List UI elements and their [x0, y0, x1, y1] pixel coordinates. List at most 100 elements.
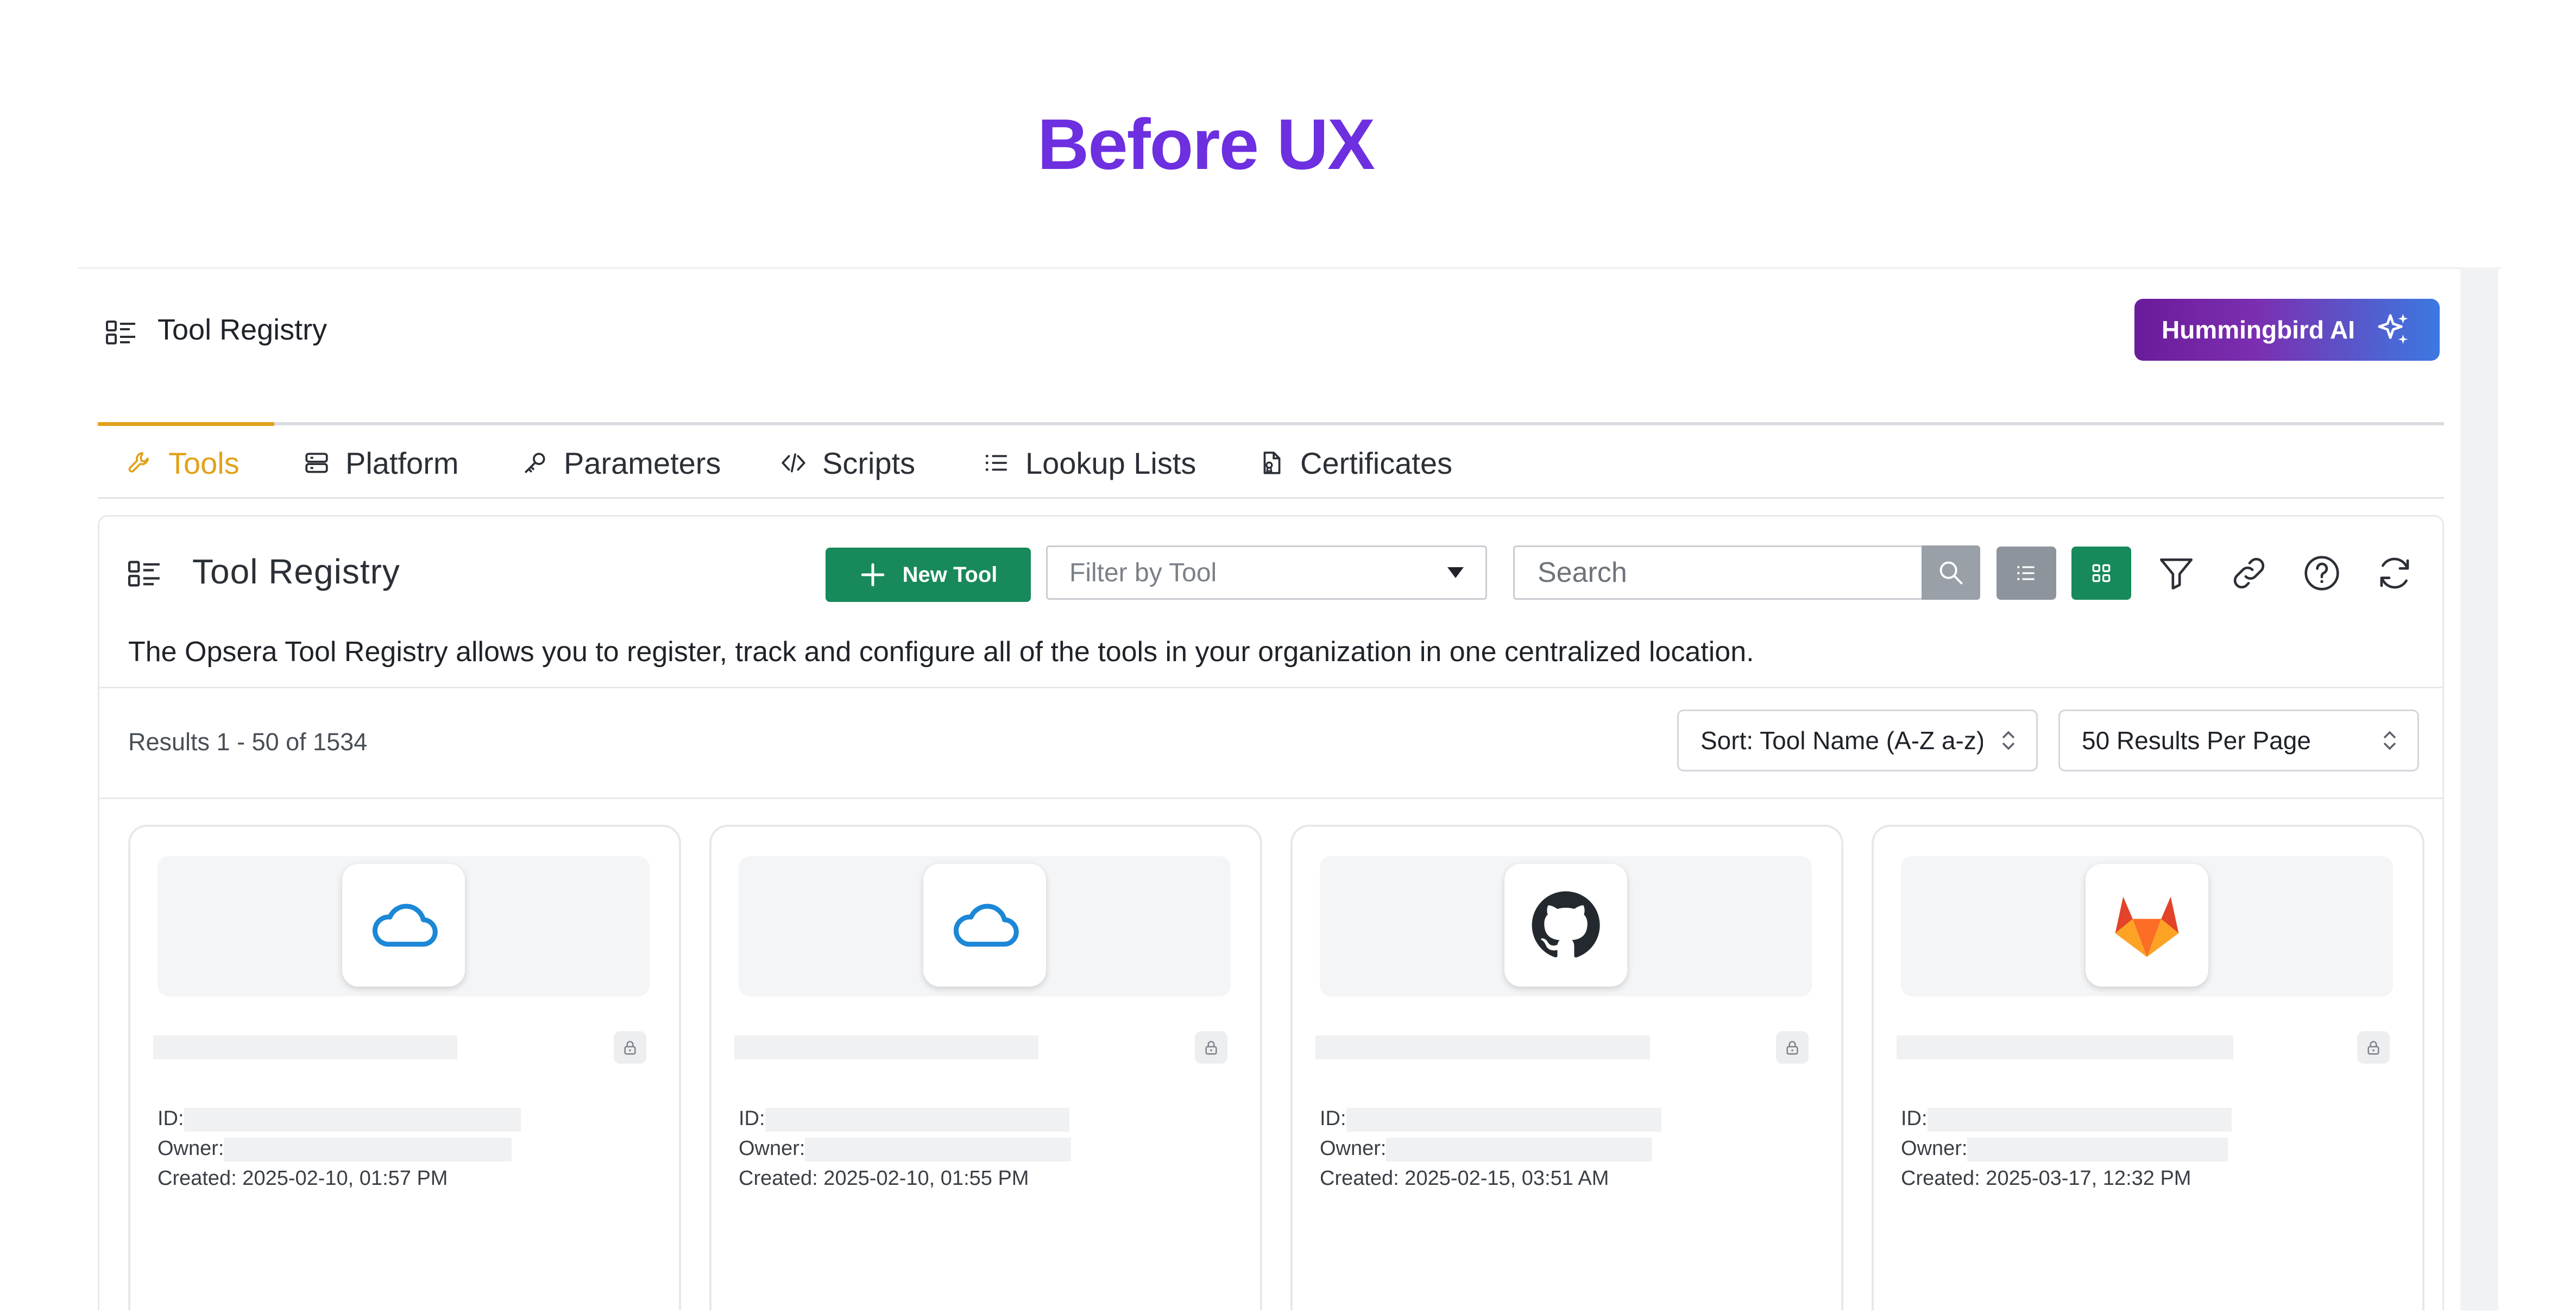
caret-down-icon — [1447, 567, 1464, 578]
lock-icon — [2357, 1031, 2390, 1064]
tool-logo — [923, 864, 1046, 987]
list-view-button[interactable] — [1996, 547, 2056, 600]
tabs-divider — [98, 422, 2444, 425]
card-meta: ID: Owner: Created: 2025-02-10, 01:55 PM — [739, 1104, 1072, 1194]
filter-icon[interactable] — [2156, 553, 2196, 593]
tab-lookup-lists[interactable]: Lookup Lists — [983, 443, 1196, 483]
tool-name-placeholder — [1897, 1035, 2233, 1059]
plus-icon — [861, 563, 884, 587]
id-label: ID: — [739, 1107, 765, 1130]
tab-parameters[interactable]: Parameters — [521, 443, 721, 483]
page-heading: Before UX — [1037, 104, 1375, 184]
sparkle-icon — [2378, 313, 2408, 344]
lock-icon — [614, 1031, 646, 1064]
owner-label: Owner: — [1320, 1137, 1387, 1160]
id-placeholder — [765, 1107, 1069, 1132]
created-date: Created: 2025-02-15, 03:51 AM — [1320, 1167, 1609, 1190]
wrench-icon — [128, 452, 149, 473]
tool-card[interactable]: ID: Owner: Created: 2025-02-10, 01:57 PM — [128, 825, 681, 1310]
results-count: Results 1 - 50 of 1534 — [128, 728, 368, 756]
tab-scripts[interactable]: Scripts — [780, 443, 915, 483]
scrollbar-track[interactable] — [2460, 267, 2498, 1310]
tool-name-placeholder — [734, 1035, 1038, 1059]
new-tool-button[interactable]: New Tool — [826, 548, 1031, 602]
search-icon — [1939, 561, 1963, 585]
cloud-icon — [372, 903, 438, 947]
results-per-page-select[interactable]: 50 Results Per Page — [2058, 710, 2419, 771]
created-date: Created: 2025-02-10, 01:55 PM — [739, 1167, 1029, 1190]
created-date: Created: 2025-03-17, 12:32 PM — [1901, 1167, 2191, 1190]
tool-card[interactable]: ID: Owner: Created: 2025-02-10, 01:55 PM — [709, 825, 1262, 1310]
lock-icon — [1776, 1031, 1809, 1064]
tab-label: Parameters — [564, 445, 721, 480]
tab-label: Scripts — [822, 445, 916, 480]
header-title: Tool Registry — [158, 313, 327, 346]
search-input[interactable]: Search — [1513, 545, 1922, 600]
owner-placeholder — [1967, 1137, 2228, 1162]
tab-label: Platform — [345, 445, 459, 480]
owner-label: Owner: — [1901, 1137, 1968, 1160]
tabs-bottom-divider — [98, 497, 2444, 499]
chevron-updown-icon — [2383, 731, 2396, 750]
divider — [99, 798, 2442, 799]
search-placeholder: Search — [1538, 557, 1627, 588]
owner-label: Owner: — [158, 1137, 224, 1160]
id-label: ID: — [1901, 1107, 1928, 1130]
registry-description: The Opsera Tool Registry allows you to r… — [128, 636, 1754, 668]
list-icon — [985, 455, 1007, 471]
tab-label: Tools — [168, 445, 240, 480]
hummingbird-ai-button[interactable]: Hummingbird AI — [2134, 299, 2440, 361]
code-icon — [782, 453, 805, 473]
github-icon — [1532, 891, 1600, 958]
key-icon — [525, 453, 545, 473]
created-date: Created: 2025-02-10, 01:57 PM — [158, 1167, 448, 1190]
sort-select[interactable]: Sort: Tool Name (A-Z a-z) — [1677, 710, 2038, 771]
link-icon[interactable] — [2229, 553, 2269, 593]
lock-icon — [1195, 1031, 1227, 1064]
registry-list-icon — [106, 321, 135, 344]
tab-tools[interactable]: Tools — [126, 443, 240, 483]
owner-placeholder — [805, 1137, 1072, 1162]
help-icon[interactable] — [2302, 553, 2342, 593]
certificate-icon — [1263, 451, 1281, 474]
owner-placeholder — [1386, 1137, 1653, 1162]
server-icon — [305, 453, 328, 473]
tool-logo — [342, 864, 465, 987]
tool-card[interactable]: ID: Owner: Created: 2025-03-17, 12:32 PM — [1872, 825, 2424, 1310]
tool-name-placeholder — [1315, 1035, 1650, 1059]
refresh-icon[interactable] — [2375, 553, 2415, 593]
id-placeholder — [184, 1107, 521, 1132]
filter-by-tool-select[interactable]: Filter by Tool — [1046, 545, 1487, 600]
cloud-icon — [953, 903, 1019, 947]
gitlab-icon — [2115, 896, 2179, 957]
tab-certificates[interactable]: Certificates — [1258, 443, 1452, 483]
id-placeholder — [1346, 1107, 1661, 1132]
list-view-icon — [2017, 566, 2035, 581]
owner-placeholder — [224, 1137, 512, 1162]
filter-placeholder: Filter by Tool — [1069, 558, 1217, 587]
card-meta: ID: Owner: Created: 2025-02-10, 01:57 PM — [158, 1104, 521, 1194]
card-meta: ID: Owner: Created: 2025-02-15, 03:51 AM — [1320, 1104, 1661, 1194]
tool-name-placeholder — [153, 1035, 457, 1059]
grid-view-button[interactable] — [2071, 547, 2131, 600]
sort-value: Sort: Tool Name (A-Z a-z) — [1700, 726, 1983, 755]
tab-label: Lookup Lists — [1025, 445, 1196, 480]
id-label: ID: — [1320, 1107, 1346, 1130]
new-tool-label: New Tool — [902, 562, 998, 587]
per-page-value: 50 Results Per Page — [2082, 726, 2311, 755]
tool-card[interactable]: ID: Owner: Created: 2025-02-15, 03:51 AM — [1290, 825, 1843, 1310]
active-tab-indicator — [98, 422, 274, 426]
tool-logo — [1504, 864, 1627, 987]
registry-list-icon — [128, 561, 160, 587]
chevron-updown-icon — [2002, 731, 2015, 750]
divider — [99, 687, 2442, 688]
grid-view-icon — [2092, 564, 2111, 582]
search-button[interactable] — [1922, 545, 1980, 600]
id-placeholder — [1927, 1107, 2232, 1132]
card-meta: ID: Owner: Created: 2025-03-17, 12:32 PM — [1901, 1104, 2232, 1194]
panel-title: Tool Registry — [192, 552, 400, 591]
id-label: ID: — [158, 1107, 184, 1130]
tool-logo — [2086, 864, 2208, 987]
tab-label: Certificates — [1300, 445, 1453, 480]
tab-platform[interactable]: Platform — [303, 443, 459, 483]
